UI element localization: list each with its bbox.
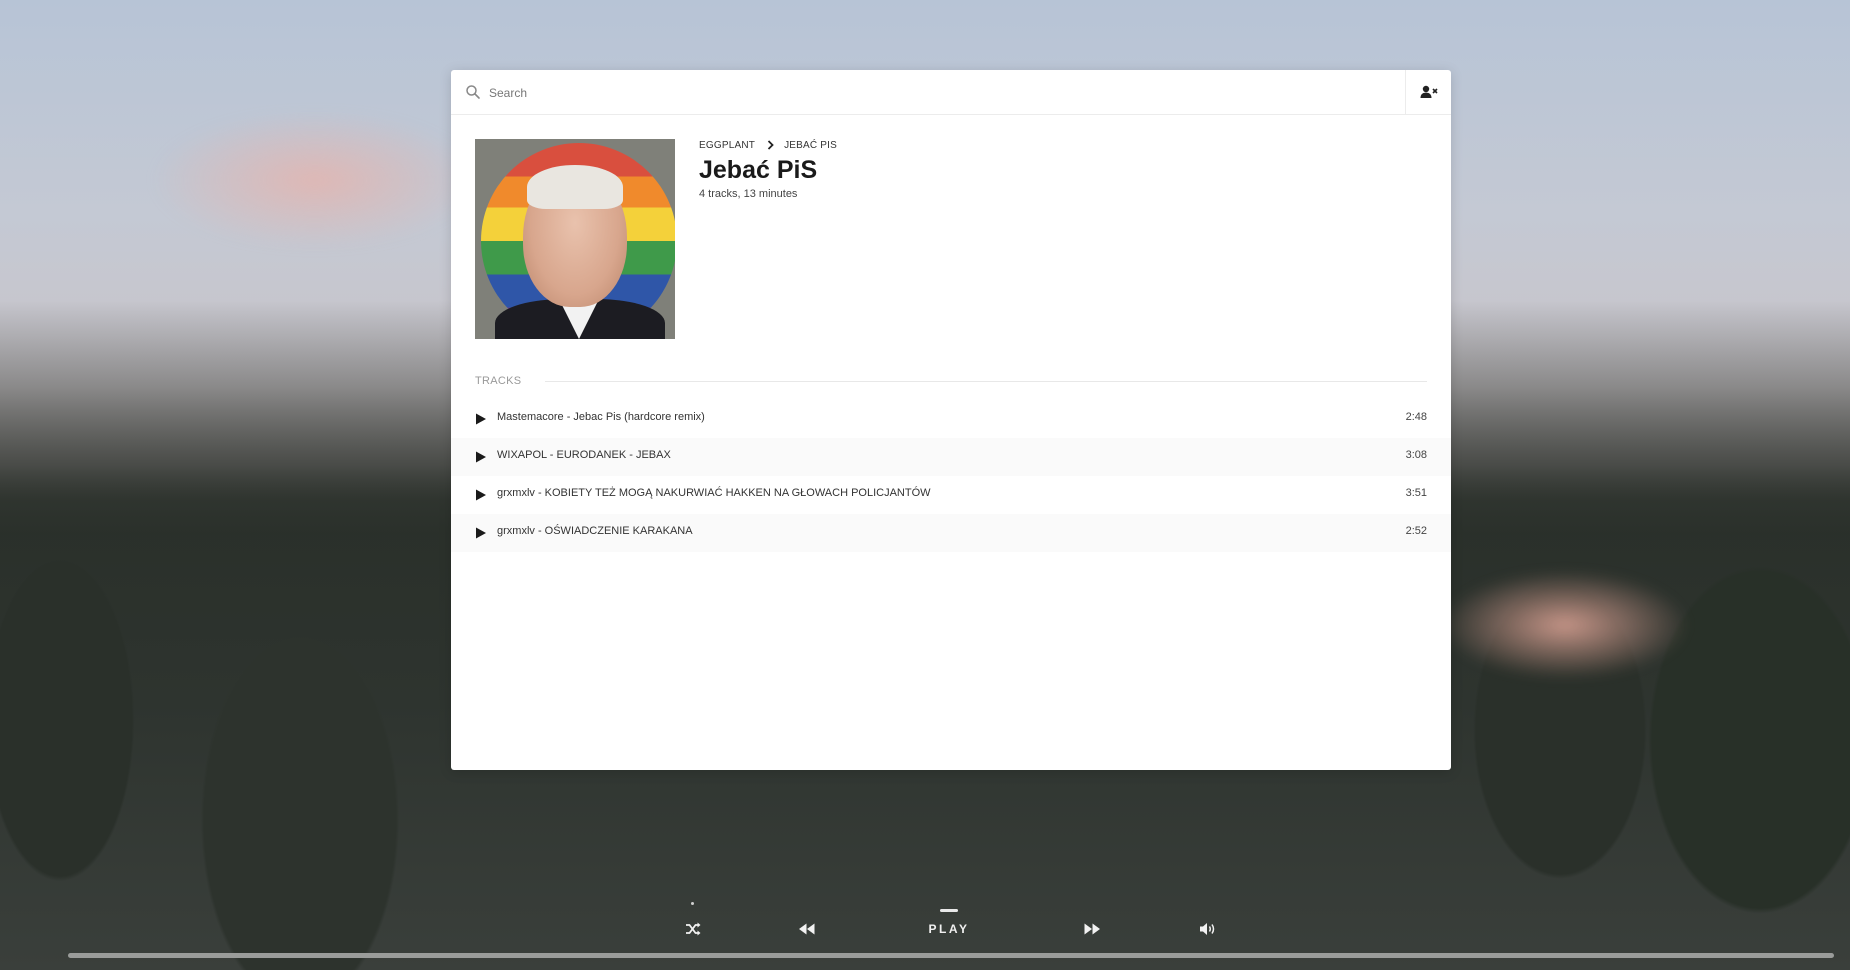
track-duration: 2:52 bbox=[1405, 525, 1427, 537]
breadcrumb-parent[interactable]: EGGPLANT bbox=[699, 140, 755, 151]
shuffle-button[interactable] bbox=[679, 915, 707, 943]
track-title: Mastemacore - Jebac Pis (hardcore remix) bbox=[497, 411, 705, 423]
breadcrumb-current: JEBAĆ PIS bbox=[784, 139, 837, 151]
background-cloud bbox=[1440, 570, 1690, 680]
shuffle-indicator-dot bbox=[691, 902, 694, 905]
album-cover bbox=[475, 139, 675, 339]
volume-button[interactable] bbox=[1194, 915, 1222, 943]
search-bar bbox=[451, 70, 1451, 115]
volume-icon bbox=[1200, 923, 1215, 935]
track-title: WIXAPOL - EURODANEK - JEBAX bbox=[497, 449, 671, 461]
track-title: grxmxlv - OŚWIADCZENIE KARAKANA bbox=[497, 525, 693, 537]
fast-forward-icon bbox=[1084, 923, 1100, 935]
track-row[interactable]: grxmxlv - KOBIETY TEŻ MOGĄ NAKURWIAĆ HAK… bbox=[451, 476, 1451, 514]
search-icon bbox=[466, 85, 480, 99]
chevron-right-icon bbox=[767, 140, 774, 150]
user-remove-icon bbox=[1420, 85, 1438, 98]
tracks-section-label: TRACKS bbox=[475, 375, 522, 387]
track-list: Mastemacore - Jebac Pis (hardcore remix)… bbox=[451, 400, 1451, 552]
album-title: Jebać PiS bbox=[699, 156, 818, 184]
search-input[interactable] bbox=[487, 80, 1351, 106]
progress-bar[interactable] bbox=[68, 953, 1834, 958]
track-row[interactable]: WIXAPOL - EURODANEK - JEBAX 3:08 bbox=[451, 438, 1451, 476]
tracks-section-header: TRACKS bbox=[475, 374, 1427, 388]
album-meta: 4 tracks, 13 minutes bbox=[699, 188, 798, 200]
library-panel: EGGPLANT JEBAĆ PIS Jebać PiS 4 tracks, 1… bbox=[451, 70, 1451, 770]
play-icon[interactable] bbox=[475, 413, 487, 425]
album-cover-hair bbox=[527, 165, 623, 209]
play-icon[interactable] bbox=[475, 527, 487, 539]
background-cloud bbox=[150, 110, 480, 250]
track-duration: 3:08 bbox=[1405, 449, 1427, 461]
track-duration: 3:51 bbox=[1405, 487, 1427, 499]
track-duration: 2:48 bbox=[1405, 411, 1427, 423]
fast-forward-button[interactable] bbox=[1078, 915, 1106, 943]
play-label: PLAY bbox=[928, 921, 970, 936]
rewind-icon bbox=[799, 923, 815, 935]
track-title: grxmxlv - KOBIETY TEŻ MOGĄ NAKURWIAĆ HAK… bbox=[497, 487, 931, 499]
play-icon[interactable] bbox=[475, 451, 487, 463]
breadcrumb: EGGPLANT JEBAĆ PIS bbox=[699, 138, 837, 152]
play-icon[interactable] bbox=[475, 489, 487, 501]
user-remove-button[interactable] bbox=[1405, 70, 1451, 114]
play-button[interactable]: PLAY bbox=[918, 900, 980, 944]
shuffle-icon bbox=[686, 922, 701, 936]
track-row[interactable]: Mastemacore - Jebac Pis (hardcore remix)… bbox=[451, 400, 1451, 438]
track-row[interactable]: grxmxlv - OŚWIADCZENIE KARAKANA 2:52 bbox=[451, 514, 1451, 552]
play-indicator-bar bbox=[940, 908, 958, 912]
rewind-button[interactable] bbox=[793, 915, 821, 943]
divider bbox=[545, 380, 1427, 382]
